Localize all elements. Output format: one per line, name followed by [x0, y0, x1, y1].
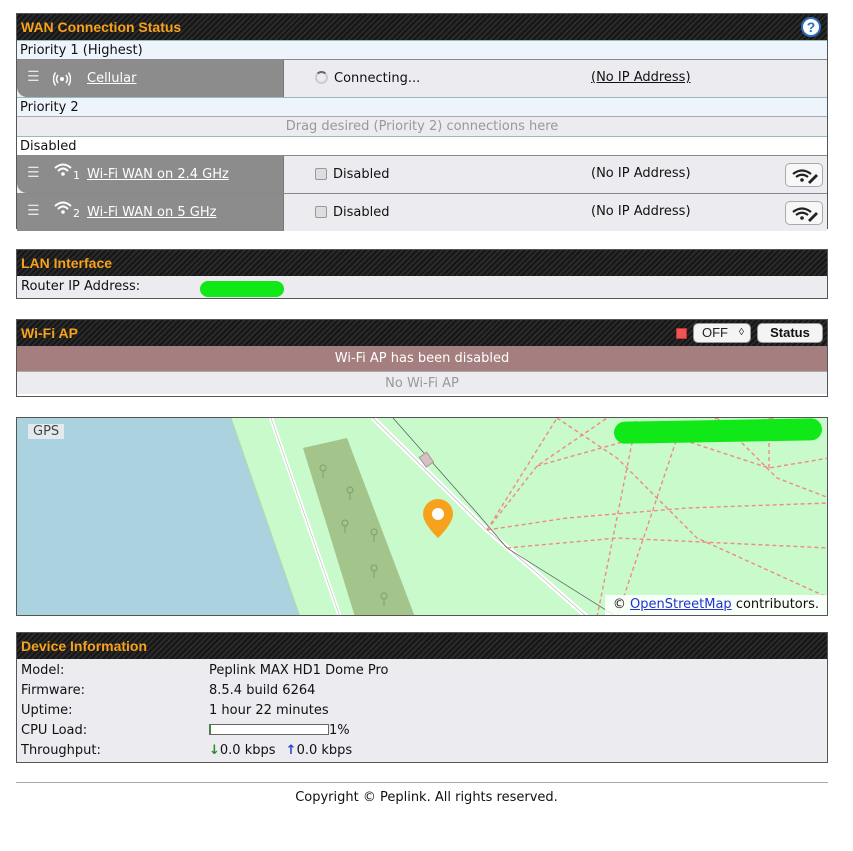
- footer-divider: [16, 782, 828, 783]
- map-attribution: © OpenStreetMap contributors.: [604, 595, 827, 615]
- throughput-row: Throughput: ↓0.0 kbps ↑0.0 kbps: [21, 743, 353, 758]
- gps-map[interactable]: [17, 418, 828, 616]
- cpu-load-bar: [209, 724, 329, 735]
- wan-panel: WAN Connection Status ? Priority 1 (High…: [16, 13, 828, 231]
- priority2-label: Priority 2: [17, 97, 827, 116]
- lan-panel-header: LAN Interface: [17, 250, 827, 276]
- question-icon[interactable]: ?: [801, 17, 821, 37]
- redaction-mark: [200, 281, 284, 297]
- wifi-settings-button[interactable]: [785, 163, 823, 187]
- status-indicator-icon: [676, 328, 687, 339]
- row-divider: [283, 194, 284, 231]
- cellular-status: Connecting...: [315, 71, 420, 86]
- gps-label: GPS: [28, 424, 65, 439]
- priority2-drop-zone[interactable]: Drag desired (Priority 2) connections he…: [17, 116, 827, 136]
- wan-panel-header: WAN Connection Status ?: [17, 14, 827, 40]
- wifi-ap-panel-header: Wi-Fi AP OFF ◊ Status: [17, 320, 827, 346]
- wan-row-cellular[interactable]: ☰ Cellular Connecting... (No IP Address): [17, 59, 827, 97]
- wifi-number: 2: [73, 207, 80, 220]
- device-info-title: Device Information: [21, 638, 148, 654]
- wan-row-wifi-5[interactable]: ☰ 2 Wi-Fi WAN on 5 GHz Disabled (No IP A…: [17, 193, 827, 231]
- wifi-ap-title: Wi-Fi AP: [21, 325, 78, 341]
- drag-handle[interactable]: ☰ 2 Wi-Fi WAN on 5 GHz: [17, 194, 283, 231]
- chevron-updown-icon: ◊: [739, 327, 744, 338]
- wifi-ap-disabled-banner: Wi-Fi AP has been disabled: [17, 346, 827, 371]
- spinner-icon: [315, 71, 328, 84]
- openstreetmap-link[interactable]: OpenStreetMap: [630, 597, 732, 612]
- wifi-5-ip: (No IP Address): [591, 204, 691, 219]
- drag-handle[interactable]: ☰ Cellular: [17, 60, 283, 97]
- footer-copyright: Copyright © Peplink. All rights reserved…: [295, 790, 558, 805]
- wifi-settings-button[interactable]: [785, 201, 823, 225]
- row-divider: [283, 156, 284, 193]
- wifi-ap-status-button[interactable]: Status: [757, 323, 823, 343]
- cellular-ip[interactable]: (No IP Address): [591, 70, 691, 85]
- arrow-up-icon: ↑: [285, 743, 297, 758]
- wifi-24-status: Disabled: [315, 167, 389, 182]
- cellular-link[interactable]: Cellular: [87, 71, 136, 86]
- wifi-icon: [54, 163, 72, 176]
- drag-handle[interactable]: ☰ 1 Wi-Fi WAN on 2.4 GHz: [17, 156, 283, 193]
- wifi-24-ip: (No IP Address): [591, 166, 691, 181]
- device-info-header: Device Information: [17, 633, 827, 659]
- enable-checkbox[interactable]: [315, 168, 327, 180]
- priority1-label: Priority 1 (Highest): [17, 40, 827, 59]
- wan-title: WAN Connection Status: [21, 19, 182, 35]
- grip-icon[interactable]: ☰: [27, 203, 40, 219]
- wifi-24-link[interactable]: Wi-Fi WAN on 2.4 GHz: [87, 167, 229, 182]
- wifi-5-status: Disabled: [315, 205, 389, 220]
- firmware-row: Firmware: 8.5.4 build 6264: [21, 683, 316, 698]
- cellular-icon: [53, 72, 71, 86]
- router-ip-row: Router IP Address:: [17, 276, 827, 298]
- device-info-body: Model: Peplink MAX HD1 Dome Pro Firmware:…: [17, 659, 827, 762]
- wifi-ap-toggle-select[interactable]: OFF ◊: [693, 323, 751, 343]
- lan-panel: LAN Interface Router IP Address:: [16, 249, 828, 299]
- wifi-5-link[interactable]: Wi-Fi WAN on 5 GHz: [87, 205, 216, 220]
- grip-icon[interactable]: ☰: [27, 69, 40, 85]
- row-divider: [283, 60, 284, 97]
- arrow-down-icon: ↓: [209, 743, 220, 758]
- wifi-ap-panel: Wi-Fi AP OFF ◊ Status Wi-Fi AP has been d…: [16, 319, 828, 397]
- wan-row-wifi-24[interactable]: ☰ 1 Wi-Fi WAN on 2.4 GHz Disabled (No IP…: [17, 155, 827, 193]
- device-info-panel: Device Information Model: Peplink MAX HD1…: [16, 632, 828, 763]
- redaction-mark: [613, 418, 823, 444]
- lan-title: LAN Interface: [21, 255, 113, 271]
- router-ip-label: Router IP Address:: [21, 279, 141, 294]
- gps-map-panel[interactable]: GPS © OpenStreetMap contributors.: [16, 417, 828, 616]
- wifi-number: 1: [73, 169, 80, 182]
- wifi-edit-icon: [792, 169, 818, 184]
- disabled-label: Disabled: [17, 136, 827, 155]
- wifi-icon: [54, 201, 72, 214]
- uptime-row: Uptime: 1 hour 22 minutes: [21, 703, 329, 718]
- cpu-load-row: CPU Load: 1%: [21, 723, 350, 738]
- grip-icon[interactable]: ☰: [27, 165, 40, 181]
- model-row: Model: Peplink MAX HD1 Dome Pro: [21, 663, 389, 678]
- wifi-edit-icon: [792, 207, 818, 222]
- enable-checkbox[interactable]: [315, 206, 327, 218]
- no-wifi-ap-text: No Wi-Fi AP: [17, 371, 827, 394]
